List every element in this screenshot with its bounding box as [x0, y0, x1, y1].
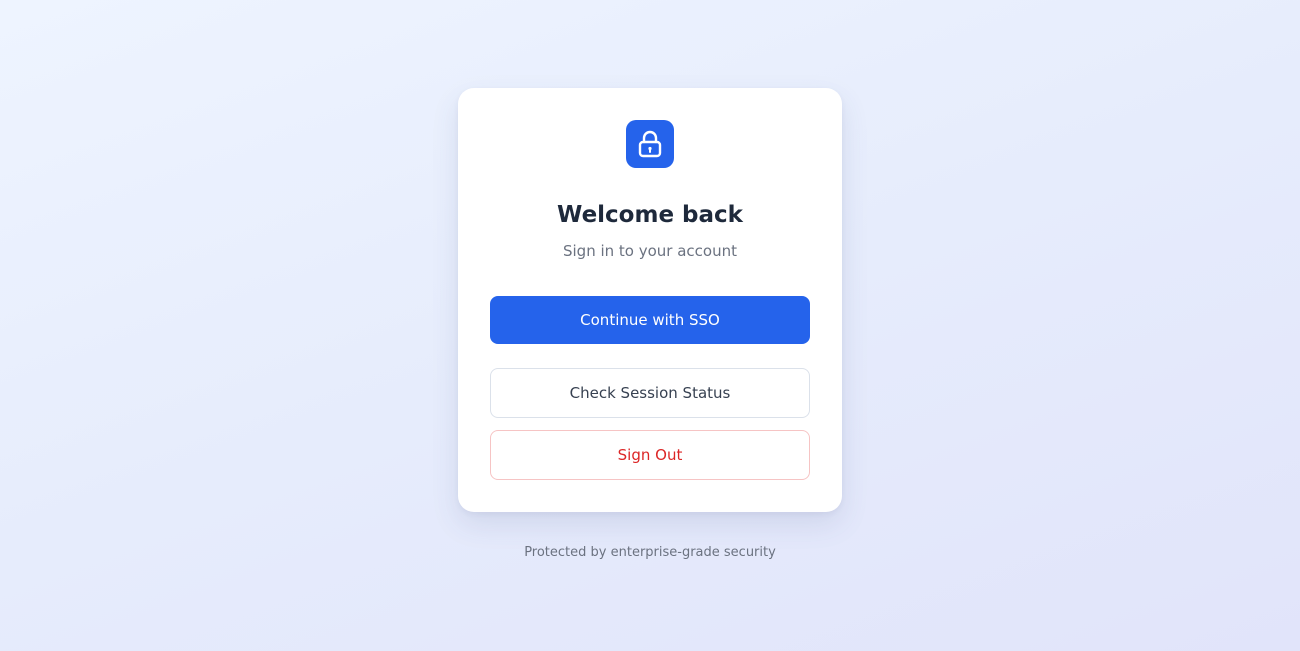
security-footer-text: Protected by enterprise-grade security [524, 545, 776, 560]
login-card: Welcome back Sign in to your account Con… [458, 88, 842, 512]
continue-with-sso-button[interactable]: Continue with SSO [490, 296, 810, 344]
sign-out-button[interactable]: Sign Out [490, 430, 810, 480]
lock-icon [626, 120, 674, 168]
page-title: Welcome back [557, 202, 743, 228]
check-session-status-button[interactable]: Check Session Status [490, 368, 810, 418]
page-subtitle: Sign in to your account [562, 242, 737, 260]
